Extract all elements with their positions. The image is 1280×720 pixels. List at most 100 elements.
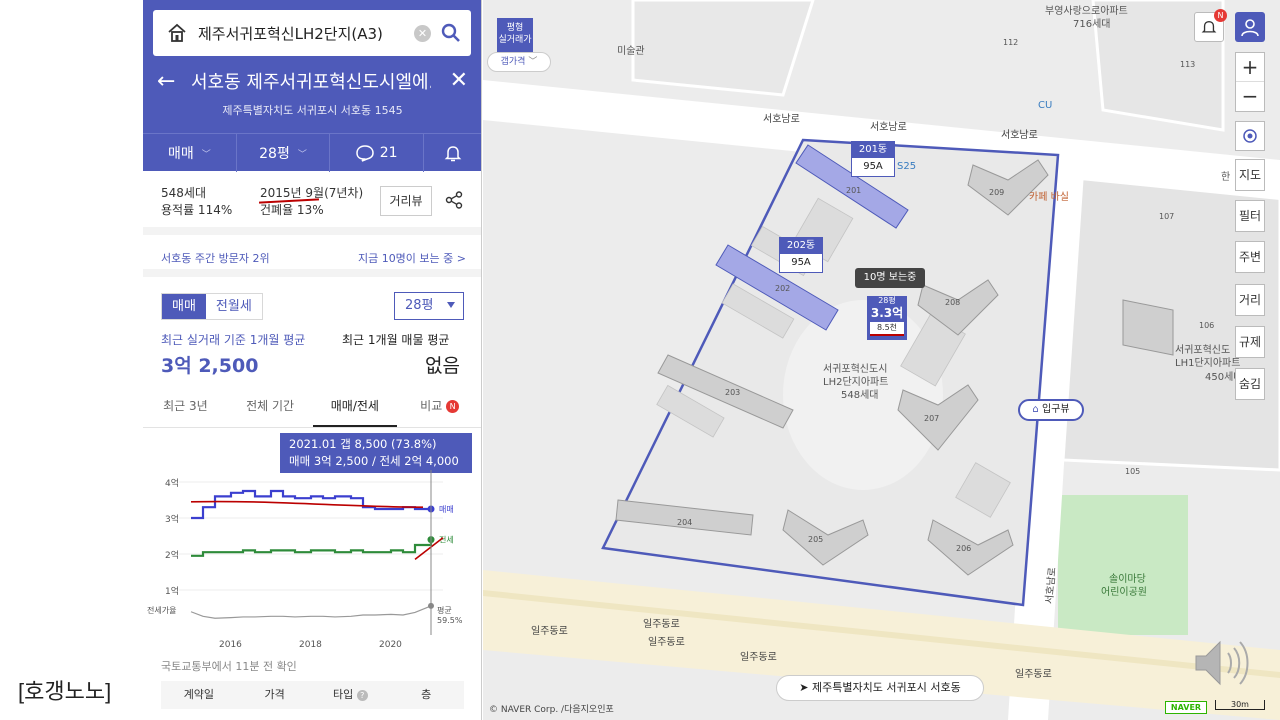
segment-rent[interactable]: 전월세 [206,294,262,319]
ratio-end-point [428,602,434,609]
search-input[interactable]: 제주서귀포혁신LH2단지(A3) [198,23,414,44]
unit-tag-type: 95A [791,257,811,268]
y-tick-label: 3억 [165,513,179,525]
side-btn-hide[interactable]: 숨김 [1235,368,1265,400]
parcel [631,0,815,97]
road-label: 일주동로 [648,637,685,648]
side-btn-filter[interactable]: 필터 [1235,200,1265,232]
pyeong-select[interactable]: 28평 [394,292,464,320]
ratio-line [190,605,432,619]
road-label: 서호남로 [870,122,907,133]
apartment-address: 제주특별자치도 서귀포시 서호동 1545 [222,104,403,117]
distance-view-button[interactable]: 거리뷰 [380,186,432,216]
trade-type-dropdown[interactable]: 매매 ﹀ [143,134,237,172]
side-btn-regulation[interactable]: 규제 [1235,326,1265,358]
unit-tag-201[interactable]: 201동 95A [851,141,895,177]
clear-icon[interactable]: ✕ [414,24,431,42]
price-pin[interactable]: 28평 3.3억 8.5천 [867,296,907,340]
ratio-end-label: 평균 [437,605,452,615]
price-pin-gap: 8.5천 [870,322,904,336]
avg-price-value: 3억 2,500 [161,355,259,377]
series-label: 매매 [439,505,454,514]
notification-button[interactable]: N [1194,9,1227,42]
park-area [1058,495,1188,635]
speaker-icon[interactable] [1192,636,1254,690]
x-tick-label: 2020 [379,640,402,650]
tab-compare[interactable]: 비교 N [397,392,481,427]
comments-tab[interactable]: 21 [330,134,425,172]
viewers-link[interactable]: 지금 10명이 보는 중 > [358,250,466,266]
listing-avg-value: 없음 [425,355,460,377]
gap-price-toggle[interactable]: 갭가격 ﹀ [487,52,551,72]
bell-icon [1201,20,1217,33]
back-arrow-icon[interactable]: ← [157,69,179,94]
building-number: 201 [846,186,862,195]
tab-sale-jeonse[interactable]: 매매/전세 [312,392,398,427]
info-row: 548세대 용적률 114% 2015년 9월(7년차) 건폐율 13% 거리뷰 [143,171,481,235]
bell-icon [444,146,462,162]
map-view[interactable]: 미술관 부영사랑으로아파트 716세대 CU 카페 바실 서귀포혁신도시 LH2… [483,0,1280,720]
location-bar[interactable]: ➤ 제주특별자치도 서귀포시 서호동 [776,675,984,701]
building-number: 208 [945,298,961,307]
close-icon[interactable]: ✕ [450,68,468,93]
road-label: 일주동로 [643,619,680,630]
side-btn-nearby[interactable]: 주변 [1235,241,1265,273]
unit-tag-202[interactable]: 202동 95A [779,237,823,273]
naver-logo: NAVER [1165,701,1207,714]
road-label: 서호남로 [1001,130,1038,141]
road-label: 일주동로 [1015,669,1052,680]
profile-button[interactable] [1235,12,1265,42]
visit-row[interactable]: 서호동 주간 방문자 2위 지금 10명이 보는 중 > [143,243,481,277]
building-106[interactable] [1122,299,1174,356]
trade-segment: 매매 전월세 [161,293,263,320]
zoom-out-button[interactable]: − [1236,82,1264,111]
search-icon[interactable] [441,23,461,43]
road-label: 일주동로 [740,652,777,663]
zoom-control: + − [1235,52,1265,112]
cu-label: CU [1038,100,1053,111]
x-tick-label: 2016 [219,640,242,650]
price-chart[interactable]: 4억3억2억1억2016 2018 2020매매전세전세가율 평균59.5% [143,470,482,660]
tooltip-line2: 매매 3억 2,500 / 전세 2억 4,000 [289,454,459,468]
alert-tab[interactable] [424,134,481,172]
left-margin [0,0,143,720]
map-copyright: © NAVER Corp. /다음지오인포 [489,705,614,715]
road-label: 일주동로 [531,626,568,637]
my-location-button[interactable] [1235,121,1265,151]
new-badge: N [446,400,460,413]
apartment-panel: 제주서귀포혁신LH2단지(A3) ✕ ← 서호동 제주서귀포혁신도시엘에... … [143,0,482,720]
unit-tag-title: 201동 [852,142,894,158]
share-icon[interactable] [445,191,463,209]
visitor-rank-text: 서호동 주간 방문자 2위 [161,252,270,265]
tab-all-period[interactable]: 전체 기간 [228,392,313,427]
unit-tag-title: 202동 [780,238,822,254]
han-label: 한 [1221,172,1231,183]
info-left: 548세대 용적률 114% [161,185,232,219]
user-icon [1241,19,1259,37]
bcr-text: 건폐율 13% [260,203,324,217]
caption-label: [호갱노노] [18,679,112,704]
entrance-view-button[interactable]: ⌂ 입구뷰 [1018,399,1084,421]
map-scale: 30m [1215,700,1265,710]
side-btn-map[interactable]: 지도 [1235,159,1265,191]
help-icon[interactable]: ? [356,690,368,701]
listing-avg-label: 최근 1개월 매물 평균 [342,333,450,347]
size-dropdown[interactable]: 28평 ﹀ [237,134,331,172]
side-btn-distance[interactable]: 거리 [1235,284,1265,316]
block-number: 107 [1159,212,1175,221]
y-tick-label: 1억 [165,585,179,597]
tab-recent-3y[interactable]: 최근 3년 [143,392,228,427]
park-label-2: 어린이공원 [1101,587,1147,598]
realprice-flag[interactable]: 평형 실거래가 [497,18,533,52]
building-number: 207 [924,414,940,423]
zoom-in-button[interactable]: + [1236,53,1264,82]
chevron-down-icon: ﹀ [528,57,538,67]
tooltip-line1: 2021.01 갭 8,500 (73.8%) [289,437,437,451]
search-bar[interactable]: 제주서귀포혁신LH2단지(A3) ✕ [153,10,471,56]
block-number: 112 [1003,38,1019,47]
price-pin-value: 3.3억 [870,306,904,320]
segment-sale[interactable]: 매매 [162,294,206,319]
gallery-label: 미술관 [617,46,645,57]
building-number: 202 [775,284,791,293]
period-tabs: 최근 3년 전체 기간 매매/전세 비교 N [143,392,481,428]
